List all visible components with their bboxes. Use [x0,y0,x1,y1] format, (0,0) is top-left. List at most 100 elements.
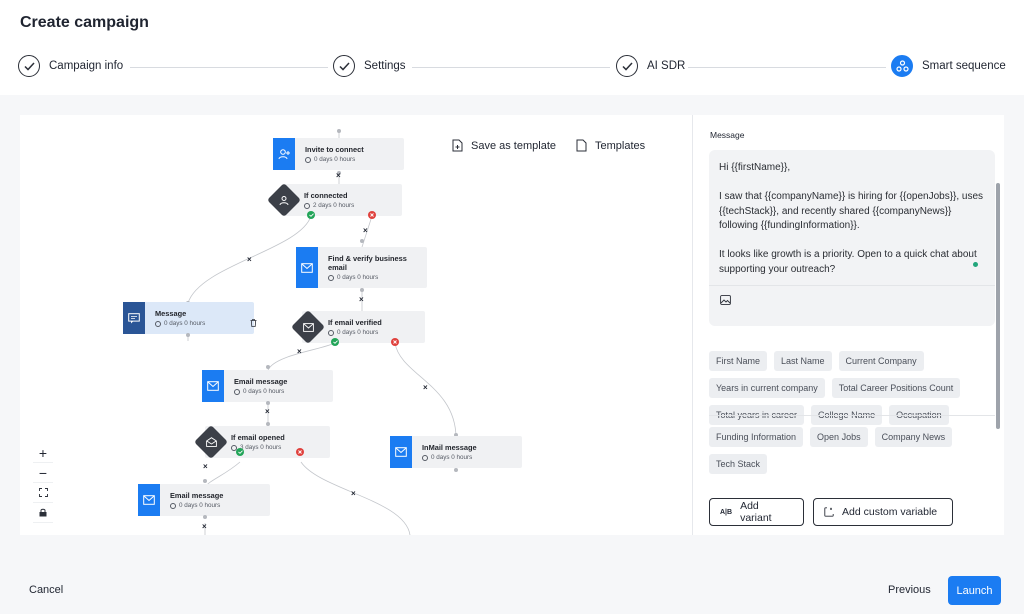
x-mark-icon: × [336,171,341,180]
variable-chip[interactable]: Funding Information [709,427,804,447]
sequence-canvas[interactable]: Save as template Templates Invite to con… [20,115,692,535]
connector-dot [337,129,341,133]
variable-chips-extra: Funding Information Open Jobs Company Ne… [709,427,999,474]
step-campaign-info[interactable]: Campaign info [18,55,123,77]
variable-chip[interactable]: Total Career Positions Count [831,378,961,398]
node-find-verify-email[interactable]: Find & verify business email 0 days 0 ho… [296,247,427,288]
connector-dot [266,365,270,369]
x-mark-icon: × [423,383,428,392]
connector-dot [360,239,364,243]
node-if-email-opened[interactable]: If email opened 3 days 0 hours [194,425,330,459]
node-inmail-message[interactable]: InMail message 0 days 0 hours [390,436,522,468]
lock-icon [39,508,47,517]
zoom-out-button[interactable]: − [33,463,53,483]
node-title: Message [155,309,187,318]
sequence-icon [891,55,913,77]
step-label: Campaign info [49,60,124,72]
divider [709,285,995,286]
variable-chip[interactable]: Tech Stack [709,454,768,474]
x-mark-icon: × [297,347,302,356]
node-invite-to-connect[interactable]: Invite to connect 0 days 0 hours [273,138,404,170]
add-variant-button[interactable]: A|B Add variant [709,498,804,526]
node-delay: 0 days 0 hours [243,388,285,395]
save-as-template-label: Save as template [471,139,556,152]
variable-chip[interactable]: Company News [874,427,953,447]
node-delay: 0 days 0 hours [431,454,473,461]
variable-chip[interactable]: Last Name [774,351,832,371]
clock-icon [304,202,310,209]
check-icon [333,55,355,77]
page-title: Create campaign [20,14,149,31]
clock-icon [328,274,334,281]
step-smart-sequence[interactable]: Smart sequence [891,55,1006,77]
x-mark-icon: × [359,295,364,304]
step-connector [688,67,886,68]
yes-branch-icon [236,448,244,456]
add-custom-variable-label: Add custom variable [842,506,938,518]
step-settings[interactable]: Settings [333,55,406,77]
clock-icon [328,329,334,336]
connector-dot [203,515,207,519]
node-email-message[interactable]: Email message 0 days 0 hours [138,484,270,516]
step-label: Smart sequence [922,60,1006,72]
cancel-button[interactable]: Cancel [29,584,63,596]
divider [709,415,995,416]
connector-dot [203,479,207,483]
x-mark-icon: × [247,255,252,264]
lock-button[interactable] [33,503,53,523]
variable-chip[interactable]: First Name [709,351,768,371]
scrollbar[interactable] [996,183,1000,429]
yes-branch-icon [331,338,339,346]
connector-dot [266,401,270,405]
yes-branch-icon [307,211,315,219]
node-message[interactable]: Message 0 days 0 hours [123,302,254,334]
node-email-message[interactable]: Email message 0 days 0 hours [202,370,333,402]
variable-chip[interactable]: Open Jobs [810,427,868,447]
envelope-icon [296,247,318,288]
message-textarea[interactable]: Hi {{firstName}}, I saw that {{companyNa… [709,150,995,326]
variable-chip[interactable]: Current Company [838,351,924,371]
step-label: AI SDR [647,60,686,72]
image-icon[interactable] [720,295,731,311]
node-title: Email message [234,377,288,386]
clock-icon [305,156,311,163]
no-branch-icon [391,338,399,346]
node-title: Email message [170,491,224,500]
variable-icon [824,507,834,517]
templates-button[interactable]: Templates [576,139,645,152]
clock-icon [155,320,161,327]
templates-label: Templates [595,139,646,152]
file-plus-icon [452,139,463,152]
x-mark-icon: × [203,462,208,471]
x-mark-icon: × [351,489,356,498]
inmail-icon [390,436,412,468]
fit-view-button[interactable] [33,483,53,503]
variable-chip[interactable]: Years in current company [709,378,825,398]
trash-icon[interactable] [250,314,257,332]
envelope-icon [296,315,320,339]
chat-icon [123,302,145,334]
step-ai-sdr[interactable]: AI SDR [616,55,685,77]
x-mark-icon: × [363,226,368,235]
node-if-email-verified[interactable]: If email verified 0 days 0 hours [291,310,425,344]
file-icon [576,139,587,152]
ab-test-icon: A|B [720,508,733,516]
add-variant-label: Add variant [740,500,772,524]
expand-icon [38,488,48,497]
connector-dot [360,288,364,292]
node-title: If email verified [328,318,382,327]
zoom-in-button[interactable]: + [33,443,53,463]
node-delay: 0 days 0 hours [164,320,206,327]
node-title: Invite to connect [305,145,364,154]
user-plus-icon [273,138,295,170]
launch-button[interactable]: Launch [948,576,1001,605]
user-check-icon [272,188,296,212]
message-label: Message [710,130,745,140]
save-as-template-button[interactable]: Save as template [452,139,556,152]
check-icon [616,55,638,77]
add-custom-variable-button[interactable]: Add custom variable [813,498,953,526]
node-if-connected[interactable]: If connected 2 days 0 hours [267,183,402,217]
connector-dot [186,333,190,337]
previous-button[interactable]: Previous [888,584,931,596]
node-title: If connected [304,191,348,200]
